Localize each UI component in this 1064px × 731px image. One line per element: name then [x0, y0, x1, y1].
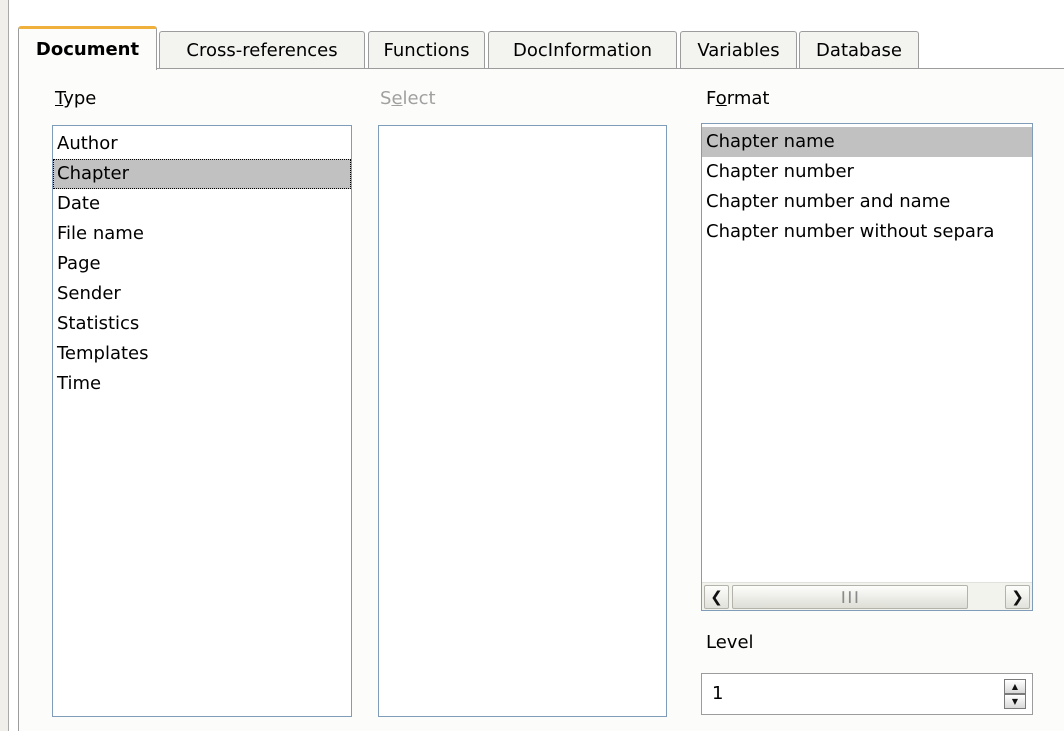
level-spin-buttons: ▲ ▼ [1004, 679, 1026, 709]
type-listbox[interactable]: Author Chapter Date File name Page Sende… [52, 125, 352, 717]
level-spinbox[interactable]: 1 ▲ ▼ [701, 673, 1033, 715]
spin-up-button[interactable]: ▲ [1004, 679, 1026, 694]
tab-label: Cross-references [186, 40, 338, 61]
dialog-left-edge [0, 0, 9, 731]
select-label-rest: lect [402, 88, 436, 109]
tab-label: Functions [383, 40, 470, 61]
type-item-statistics[interactable]: Statistics [53, 309, 351, 339]
triangle-down-icon: ▼ [1011, 697, 1019, 706]
tab-cross-references[interactable]: Cross-references [159, 31, 365, 69]
format-item-chapter-number[interactable]: Chapter number [702, 157, 1032, 187]
scroll-right-button[interactable]: ❯ [1005, 585, 1030, 609]
type-item-page[interactable]: Page [53, 249, 351, 279]
format-label-mnemonic: o [715, 88, 727, 109]
chevron-left-icon: ❮ [710, 588, 723, 606]
type-label-rest: ype [63, 88, 97, 109]
tab-variables[interactable]: Variables [680, 31, 797, 69]
type-item-date[interactable]: Date [53, 189, 351, 219]
tab-docinformation[interactable]: DocInformation [488, 31, 677, 69]
tab-label: Document [35, 39, 140, 60]
type-item-sender[interactable]: Sender [53, 279, 351, 309]
type-item-author[interactable]: Author [53, 129, 351, 159]
format-item-chapter-number-without-separator[interactable]: Chapter number without separa [702, 217, 1032, 247]
select-label-mnemonic: e [391, 88, 403, 109]
tab-label: Variables [697, 40, 780, 61]
select-label: Select [380, 88, 436, 109]
tab-database[interactable]: Database [799, 31, 919, 69]
type-item-file-name[interactable]: File name [53, 219, 351, 249]
grip-icon: ┃┃┃ [840, 591, 860, 603]
type-item-chapter[interactable]: Chapter [53, 159, 351, 189]
tab-functions[interactable]: Functions [368, 31, 485, 69]
chevron-right-icon: ❯ [1011, 588, 1024, 606]
triangle-up-icon: ▲ [1011, 682, 1019, 691]
tab-label: DocInformation [513, 40, 652, 61]
spin-down-button[interactable]: ▼ [1004, 694, 1026, 709]
level-value[interactable]: 1 [712, 683, 723, 704]
type-label-mnemonic: T [55, 88, 64, 109]
format-listbox[interactable]: Chapter name Chapter number Chapter numb… [701, 123, 1033, 611]
format-label-rest: rmat [726, 88, 770, 109]
tab-label: Database [816, 40, 902, 61]
select-listbox[interactable] [378, 125, 667, 717]
tab-document[interactable]: Document [18, 26, 157, 70]
type-item-templates[interactable]: Templates [53, 339, 351, 369]
type-label: Type [55, 88, 96, 109]
type-item-time[interactable]: Time [53, 369, 351, 399]
format-item-chapter-number-and-name[interactable]: Chapter number and name [702, 187, 1032, 217]
select-label-pre: S [380, 88, 392, 109]
format-label-pre: F [706, 88, 716, 109]
format-horizontal-scrollbar[interactable]: ❮ ┃┃┃ ❯ [702, 582, 1032, 610]
format-label: Format [706, 88, 769, 109]
scroll-thumb[interactable]: ┃┃┃ [732, 585, 968, 609]
scroll-left-button[interactable]: ❮ [704, 585, 729, 609]
format-item-chapter-name[interactable]: Chapter name [702, 127, 1032, 157]
level-label: Level [706, 632, 754, 653]
